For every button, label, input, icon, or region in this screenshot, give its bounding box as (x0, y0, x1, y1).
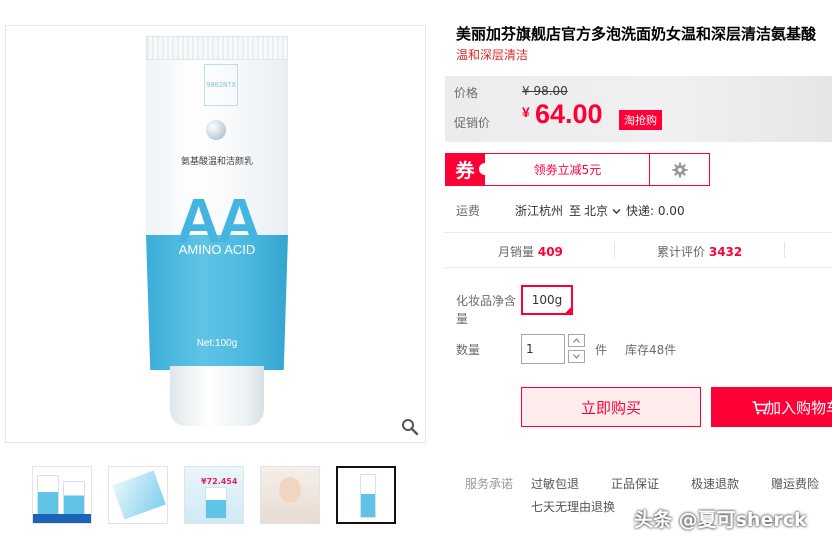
review-count-value: 3432 (708, 245, 743, 259)
service-item[interactable]: 过敏包退 (531, 475, 579, 492)
add-to-cart-label: 加入购物车 (766, 398, 832, 417)
service-item[interactable]: 正品保证 (611, 475, 659, 492)
ship-from: 浙江杭州 (515, 204, 564, 218)
price-panel: 价格 ¥ 98.00 促销价 ¥ 64.00 淘抢购 (445, 76, 832, 142)
thumb-price-badge: ¥72.454 (201, 477, 238, 486)
stats-divider (614, 242, 615, 258)
service-item[interactable]: 七天无理由退换 (531, 498, 615, 515)
destination-value: 北京 (584, 204, 609, 218)
product-subtitle: 温和深层清洁 (456, 48, 529, 62)
buy-now-button[interactable]: 立即购买 (521, 387, 701, 427)
coupon-bar: 券 领劵立减5元 (445, 153, 710, 186)
tube-amino-text: AMINO ACID (178, 242, 256, 257)
tube-crimp (146, 36, 288, 60)
spec-option-label: 100g (531, 293, 563, 307)
promo-price: 64.00 (535, 99, 603, 129)
promo-price-label: 促销价 (454, 116, 491, 130)
original-price-label: 价格 (454, 86, 479, 100)
shipping-label: 运费 (456, 204, 481, 218)
ship-to-word: 至 (569, 204, 582, 218)
coupon-claim-link[interactable]: 领劵立减5元 (486, 154, 649, 185)
thumbnail-3[interactable]: ¥72.454 (184, 466, 244, 524)
tube-logo-dot (206, 120, 226, 140)
review-count-label: 累计评价 (657, 245, 706, 259)
thumb-banner (33, 514, 91, 523)
main-product-image[interactable]: 9802N7X 氨基酸温和洁颜乳 AA AMINO ACID Net:100g (5, 25, 426, 443)
coupon-badge: 券 (445, 153, 491, 186)
tube-code: 9802N7X (204, 64, 238, 106)
quantity-increase-button[interactable] (568, 334, 585, 347)
magnifier-icon[interactable] (401, 418, 419, 436)
stock-count: 库存48件 (625, 343, 677, 357)
service-item[interactable]: 极速退款 (691, 475, 739, 492)
cart-icon (752, 401, 768, 415)
thumb-tube (63, 481, 85, 517)
thumb-tube (37, 475, 59, 517)
coupon-settings-button[interactable] (649, 154, 710, 185)
quantity-input[interactable] (521, 334, 565, 364)
quantity-label: 数量 (456, 343, 481, 357)
shipping-fee: 快递: 0.00 (626, 204, 685, 218)
quantity-decrease-button[interactable] (568, 350, 585, 363)
monthly-sales-value: 409 (537, 245, 563, 259)
flash-sale-tag[interactable]: 淘抢购 (619, 110, 662, 130)
original-price: ¥ 98.00 (522, 84, 568, 98)
thumbnail-4[interactable] (260, 466, 320, 524)
product-title: 美丽加芬旗舰店官方多泡洗面奶女温和深层清洁氨基酸 (456, 25, 817, 43)
chevron-up-icon (573, 338, 580, 343)
thumbnail-1[interactable] (32, 466, 92, 524)
service-item[interactable]: 赠运费险 (771, 475, 819, 492)
watermark: 头条 @夏可sherck (634, 509, 807, 531)
gear-icon (672, 162, 688, 177)
thumb-tube (205, 487, 227, 519)
sales-stats: 月销量 409 累计评价 3432 (445, 232, 832, 268)
thumb-tube (360, 474, 376, 518)
tube-product-name: 氨基酸温和洁颜乳 (180, 157, 253, 167)
thumbnail-2[interactable] (108, 466, 168, 524)
tube-cap (170, 366, 264, 426)
product-tube-illustration: 9802N7X 氨基酸温和洁颜乳 AA AMINO ACID Net:100g (146, 36, 288, 431)
quantity-unit: 件 (595, 343, 608, 357)
thumbnail-5[interactable] (336, 466, 396, 524)
currency-symbol: ¥ (522, 104, 530, 120)
spec-option-100g[interactable]: 100g (521, 285, 573, 315)
chevron-down-icon (573, 354, 580, 359)
monthly-sales-label: 月销量 (498, 245, 535, 259)
service-label: 服务承诺 (465, 477, 514, 491)
add-to-cart-button[interactable]: 加入购物车 (711, 387, 832, 427)
stats-divider (784, 242, 785, 258)
tube-net-weight: Net:100g (196, 338, 238, 349)
spec-label: 化妆品净含量 (456, 294, 517, 326)
thumb-model-face (279, 477, 301, 503)
chevron-down-icon (612, 209, 621, 214)
thumb-tube (112, 470, 166, 520)
selected-check-icon (563, 305, 573, 315)
monthly-sales: 月销量 409 (498, 243, 563, 260)
destination-select[interactable]: 北京 (584, 202, 621, 219)
review-count[interactable]: 累计评价 3432 (657, 243, 742, 260)
